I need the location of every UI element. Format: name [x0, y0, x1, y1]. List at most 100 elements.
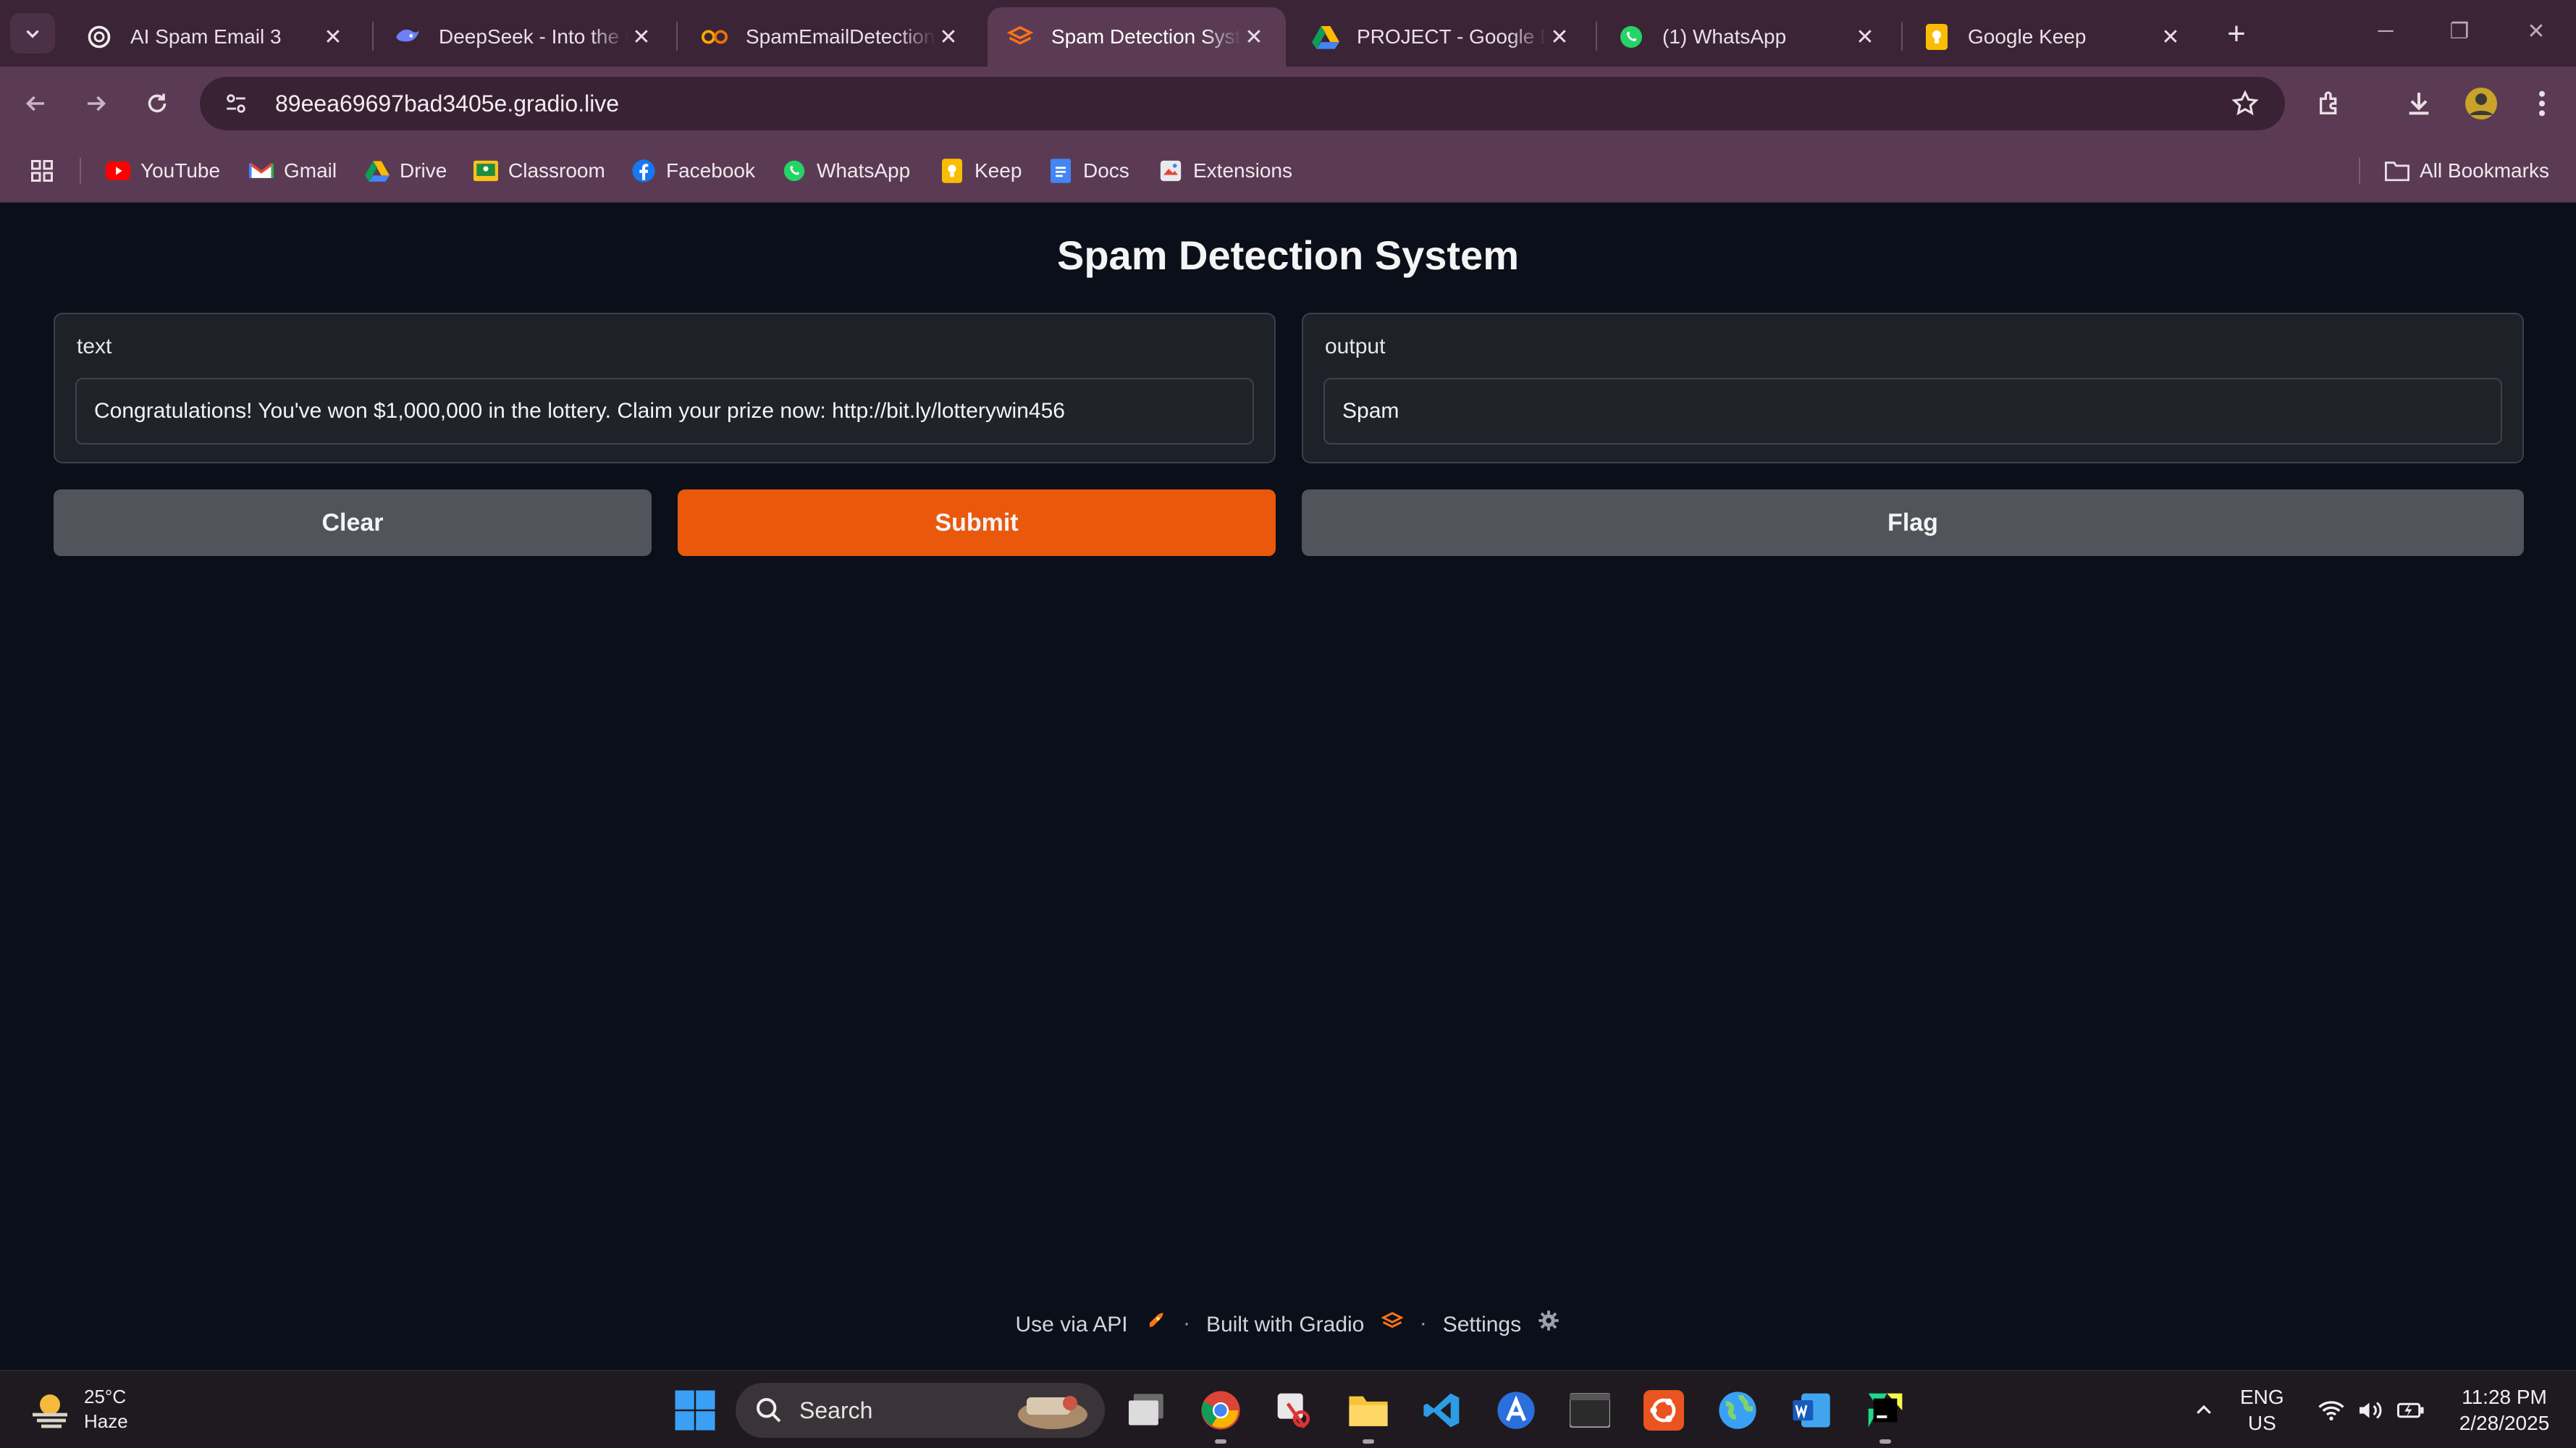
use-via-api-link[interactable]: Use via API: [1016, 1310, 1167, 1337]
window-close-icon[interactable]: ✕: [2511, 13, 2562, 49]
tab-title: AI Spam Email 3: [130, 25, 282, 48]
openai-icon: [85, 23, 113, 51]
close-icon[interactable]: ✕: [1546, 24, 1573, 50]
bookmark-label: Docs: [1083, 159, 1129, 182]
bookmark-drive[interactable]: Drive: [365, 155, 447, 187]
flag-button[interactable]: Flag: [1302, 489, 2524, 556]
rocket-icon: [1144, 1310, 1167, 1333]
close-icon[interactable]: ✕: [1241, 24, 1267, 50]
forward-button[interactable]: [77, 84, 116, 123]
url-text[interactable]: 89eea69697bad3405e.gradio.live: [275, 90, 619, 117]
tab-title: Spam Detection System: [1051, 25, 1241, 48]
use-via-api-label: Use via API: [1015, 1312, 1128, 1337]
tab-ai-spam-email[interactable]: AI Spam Email 3 ✕: [67, 7, 365, 67]
drive-icon: [1312, 23, 1339, 51]
all-bookmarks-button[interactable]: All Bookmarks: [2385, 155, 2549, 187]
volume-icon[interactable]: [2356, 1396, 2385, 1425]
whatsapp-icon: [782, 159, 807, 183]
pycharm-icon[interactable]: [1862, 1387, 1908, 1444]
bookmark-docs[interactable]: Docs: [1048, 155, 1129, 187]
tab-deepseek[interactable]: DeepSeek - Into the Unknown ✕: [375, 7, 673, 67]
task-view-icon[interactable]: [1124, 1387, 1170, 1434]
built-with-gradio-label: Built with Gradio: [1205, 1312, 1365, 1337]
extensions-puzzle-icon[interactable]: [2311, 84, 2350, 123]
text-input[interactable]: Congratulations! You've won $1,000,000 i…: [75, 378, 1254, 445]
chrome-icon[interactable]: [1197, 1387, 1244, 1444]
weather-temperature: 25°C: [84, 1386, 127, 1407]
facebook-icon: [631, 159, 656, 183]
footer-separator: ·: [1182, 1310, 1190, 1335]
reload-button[interactable]: [138, 84, 177, 123]
reload-icon: [148, 93, 167, 113]
battery-icon[interactable]: [2396, 1396, 2425, 1425]
apps-grid-icon[interactable]: [29, 155, 55, 187]
tab-title: (1) WhatsApp: [1662, 25, 1787, 48]
tab-google-keep[interactable]: Google Keep ✕: [1904, 7, 2202, 67]
extensions-icon: [1158, 159, 1183, 183]
chevron-up-icon[interactable]: [2189, 1396, 2218, 1425]
close-icon[interactable]: ✕: [1852, 24, 1878, 50]
ubuntu-icon[interactable]: [1641, 1387, 1687, 1434]
restore-icon[interactable]: ❐: [2434, 13, 2485, 49]
new-tab-button[interactable]: +: [2218, 16, 2255, 52]
settings-label: Settings: [1442, 1313, 1522, 1337]
drive-icon: [365, 159, 390, 183]
back-button[interactable]: [16, 84, 55, 123]
tab-title: SpamEmailDetection.ipynb: [746, 25, 935, 48]
globe-app-icon[interactable]: [1714, 1387, 1761, 1434]
windows-logo-icon: [675, 1390, 715, 1431]
bookmark-facebook[interactable]: Facebook: [631, 155, 755, 187]
running-indicator: [1363, 1439, 1374, 1444]
close-icon[interactable]: ✕: [2158, 24, 2184, 50]
vscode-icon[interactable]: [1419, 1387, 1465, 1434]
minimize-icon[interactable]: ─: [2360, 13, 2411, 49]
weather-widget[interactable]: 25°C Haze: [28, 1384, 128, 1434]
gear-icon: [1537, 1309, 1560, 1332]
browser-toolbar: 89eea69697bad3405e.gradio.live: [0, 67, 2576, 139]
bookmark-label: Extensions: [1193, 159, 1292, 182]
tab-whatsapp[interactable]: (1) WhatsApp ✕: [1599, 7, 1897, 67]
profile-avatar[interactable]: [2462, 84, 2501, 123]
clock[interactable]: 11:28 PM 2/28/2025: [2450, 1384, 2559, 1436]
chevron-down-icon: [26, 30, 39, 38]
start-button[interactable]: [673, 1389, 717, 1432]
bookmark-whatsapp[interactable]: WhatsApp: [782, 155, 910, 187]
tab-colab-notebook[interactable]: SpamEmailDetection.ipynb ✕: [682, 7, 980, 67]
language-code: ENG: [2240, 1386, 2284, 1408]
bookmark-label: YouTube: [140, 159, 221, 182]
output-panel: output Spam: [1302, 313, 2524, 463]
footer: Use via API · Built with Gradio · Settin…: [0, 1309, 2576, 1337]
word-icon[interactable]: [1788, 1387, 1835, 1434]
bookmark-extensions[interactable]: Extensions: [1158, 155, 1292, 187]
bookmark-star-icon[interactable]: [2230, 88, 2260, 119]
tab-google-drive[interactable]: PROJECT - Google Drive ✕: [1293, 7, 1591, 67]
clear-button[interactable]: Clear: [54, 489, 652, 556]
language-indicator[interactable]: ENG US: [2240, 1384, 2284, 1436]
tab-title: PROJECT - Google Drive: [1357, 25, 1546, 48]
file-explorer-icon[interactable]: [1345, 1387, 1392, 1444]
taskbar-search[interactable]: Search: [736, 1383, 1105, 1438]
bookmark-gmail[interactable]: Gmail: [249, 155, 337, 187]
close-icon[interactable]: ✕: [935, 24, 961, 50]
running-indicator: [1215, 1439, 1226, 1444]
close-icon[interactable]: ✕: [628, 24, 654, 50]
bookmark-youtube[interactable]: YouTube: [106, 155, 220, 187]
android-studio-icon[interactable]: [1493, 1387, 1539, 1434]
built-with-gradio-link[interactable]: Built with Gradio: [1206, 1310, 1404, 1337]
wifi-icon[interactable]: [2317, 1396, 2346, 1425]
download-icon[interactable]: [2399, 84, 2438, 123]
settings-link[interactable]: Settings: [1443, 1309, 1561, 1337]
tab-search-button[interactable]: [10, 13, 55, 54]
site-settings-icon[interactable]: [214, 82, 258, 125]
snipping-tool-icon[interactable]: [1271, 1387, 1318, 1434]
bookmark-classroom[interactable]: Classroom: [473, 155, 605, 187]
address-bar[interactable]: 89eea69697bad3405e.gradio.live: [200, 77, 2285, 130]
output-field[interactable]: Spam: [1323, 378, 2502, 445]
bookmark-keep[interactable]: Keep: [940, 155, 1022, 187]
tab-spam-detection[interactable]: Spam Detection System ✕: [988, 7, 1286, 67]
terminal-icon[interactable]: [1567, 1387, 1613, 1434]
docs-icon: [1048, 159, 1073, 183]
submit-button[interactable]: Submit: [678, 489, 1276, 556]
close-icon[interactable]: ✕: [320, 24, 346, 50]
browser-menu-icon[interactable]: [2522, 84, 2562, 123]
